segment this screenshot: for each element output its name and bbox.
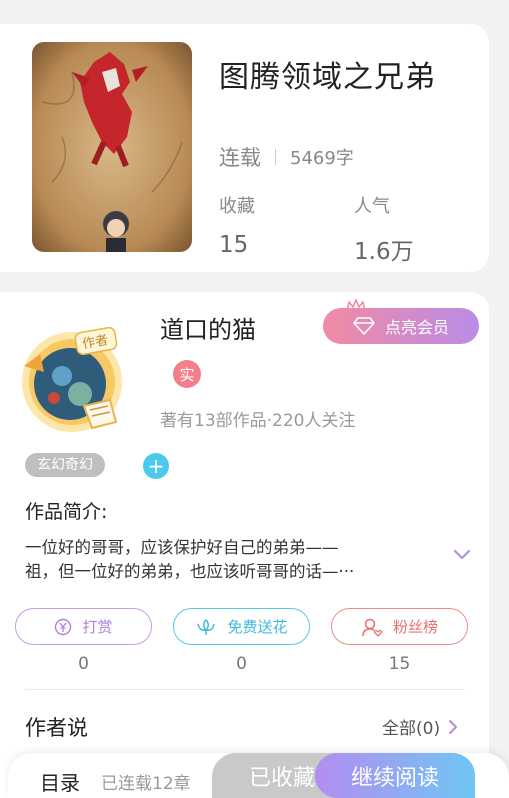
favorites-stat: 收藏 15: [219, 192, 255, 258]
flower-icon: [197, 618, 216, 635]
status-divider: [275, 149, 276, 165]
flower-count: 0: [236, 654, 247, 674]
author-name[interactable]: 道口的猫: [160, 310, 256, 345]
all-link-label: 全部(0): [382, 719, 441, 739]
chevron-down-icon[interactable]: [452, 548, 472, 560]
reward-label: 打赏: [82, 618, 113, 636]
diamond-icon: [353, 317, 375, 335]
yen-coin-icon: [55, 618, 72, 635]
continue-reading-button[interactable]: 继续阅读: [315, 753, 475, 798]
avatar-image: 作者: [22, 326, 122, 432]
intro-line-2: 祖，但一位好的弟弟，也应该听哥哥的话—···: [25, 562, 355, 581]
fan-ranking-button[interactable]: 粉丝榜: [331, 608, 468, 645]
author-says-all-link[interactable]: 全部(0): [382, 714, 458, 739]
bottom-action-bar: 目录 已连载12章 已收藏 继续阅读: [8, 753, 509, 798]
reward-button[interactable]: 打赏: [15, 608, 152, 645]
word-count: 5469字: [290, 148, 354, 169]
fan-ranking-label: 粉丝榜: [392, 618, 438, 636]
popularity-stat: 人气 1.6万: [354, 192, 414, 266]
book-info-card: 图腾领域之兄弟 连载 5469字 收藏 15 人气 1.6万: [0, 24, 489, 272]
cover-art: [32, 42, 192, 252]
free-flower-label: 免费送花: [227, 618, 288, 636]
genre-tag[interactable]: 玄幻奇幻: [25, 453, 105, 477]
toc-button[interactable]: 目录: [40, 767, 80, 796]
book-title: 图腾领域之兄弟: [219, 60, 436, 95]
vip-membership-button[interactable]: 点亮会员: [323, 299, 479, 344]
book-status-row: 连载 5469字: [219, 142, 354, 172]
intro-title: 作品简介:: [25, 501, 108, 523]
author-meta: 著有13部作品·220人关注: [160, 411, 356, 431]
vip-pill: 点亮会员: [323, 308, 479, 344]
chevron-right-icon: [449, 719, 458, 734]
book-cover-image[interactable]: [32, 42, 192, 252]
intro-text[interactable]: 一位好的哥哥，应该保护好自己的弟弟—— 祖，但一位好的弟弟，也应该听哥哥的话—·…: [25, 536, 433, 584]
author-card: 作者 道口的猫 点亮会员 实 著有13部作品·220人关注 玄幻奇幻 + 作品简…: [0, 292, 489, 798]
section-divider: [25, 689, 465, 690]
author-avatar[interactable]: 作者: [18, 324, 126, 434]
serial-status: 连载: [219, 146, 261, 170]
favorites-label: 收藏: [219, 196, 255, 217]
chapter-count: 已连载12章: [101, 774, 191, 794]
verified-badge: 实: [173, 360, 201, 388]
vip-label: 点亮会员: [384, 318, 449, 337]
popularity-value: 1.6万: [354, 239, 414, 265]
fan-count: 15: [388, 654, 411, 674]
popularity-label: 人气: [354, 196, 390, 217]
free-flower-button[interactable]: 免费送花: [173, 608, 310, 645]
add-tag-button[interactable]: +: [143, 453, 169, 479]
fan-user-icon: [362, 618, 383, 637]
author-says-title: 作者说: [25, 716, 88, 740]
action-buttons: 打赏 0 免费送花 0 粉丝榜 15: [15, 608, 469, 674]
favorites-value: 15: [219, 232, 249, 258]
reward-count: 0: [78, 654, 89, 674]
intro-line-1: 一位好的哥哥，应该保护好自己的弟弟——: [25, 538, 339, 557]
